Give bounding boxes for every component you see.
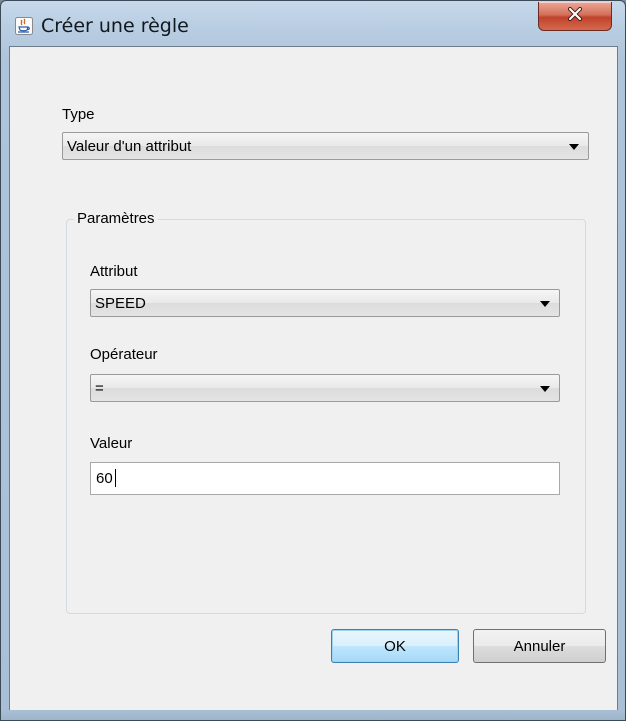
title-bar[interactable]: Créer une règle	[1, 1, 625, 47]
java-cup-icon	[15, 17, 33, 35]
ok-button[interactable]: OK	[331, 629, 459, 663]
parameters-legend: Paramètres	[74, 210, 158, 227]
attribute-select[interactable]: SPEED	[90, 289, 560, 317]
parameters-group: Paramètres Attribut SPEED Opérateur = Va…	[66, 210, 586, 614]
attribute-select-value: SPEED	[95, 295, 146, 312]
type-select-value: Valeur d'un attribut	[67, 138, 192, 155]
dialog-window: Créer une règle Type Valeur d'un attribu…	[0, 0, 626, 721]
chevron-down-icon	[540, 301, 550, 307]
dialog-content: Type Valeur d'un attribut Paramètres Att…	[9, 46, 618, 712]
operator-select[interactable]: =	[90, 374, 560, 402]
operator-select-value: =	[95, 380, 104, 397]
window-bottom-border	[1, 710, 625, 720]
chevron-down-icon	[540, 386, 550, 392]
chevron-down-icon	[569, 144, 579, 150]
type-select[interactable]: Valeur d'un attribut	[62, 132, 589, 160]
value-label: Valeur	[90, 435, 133, 452]
close-icon	[567, 6, 583, 26]
value-input[interactable]: 60	[90, 462, 560, 495]
text-caret	[115, 469, 116, 487]
type-label: Type	[62, 106, 95, 123]
operator-label: Opérateur	[90, 346, 158, 363]
window-title: Créer une règle	[41, 15, 189, 37]
cancel-button[interactable]: Annuler	[473, 629, 606, 663]
value-input-text: 60	[96, 470, 113, 487]
close-button[interactable]	[538, 2, 612, 31]
attribute-label: Attribut	[90, 263, 138, 280]
